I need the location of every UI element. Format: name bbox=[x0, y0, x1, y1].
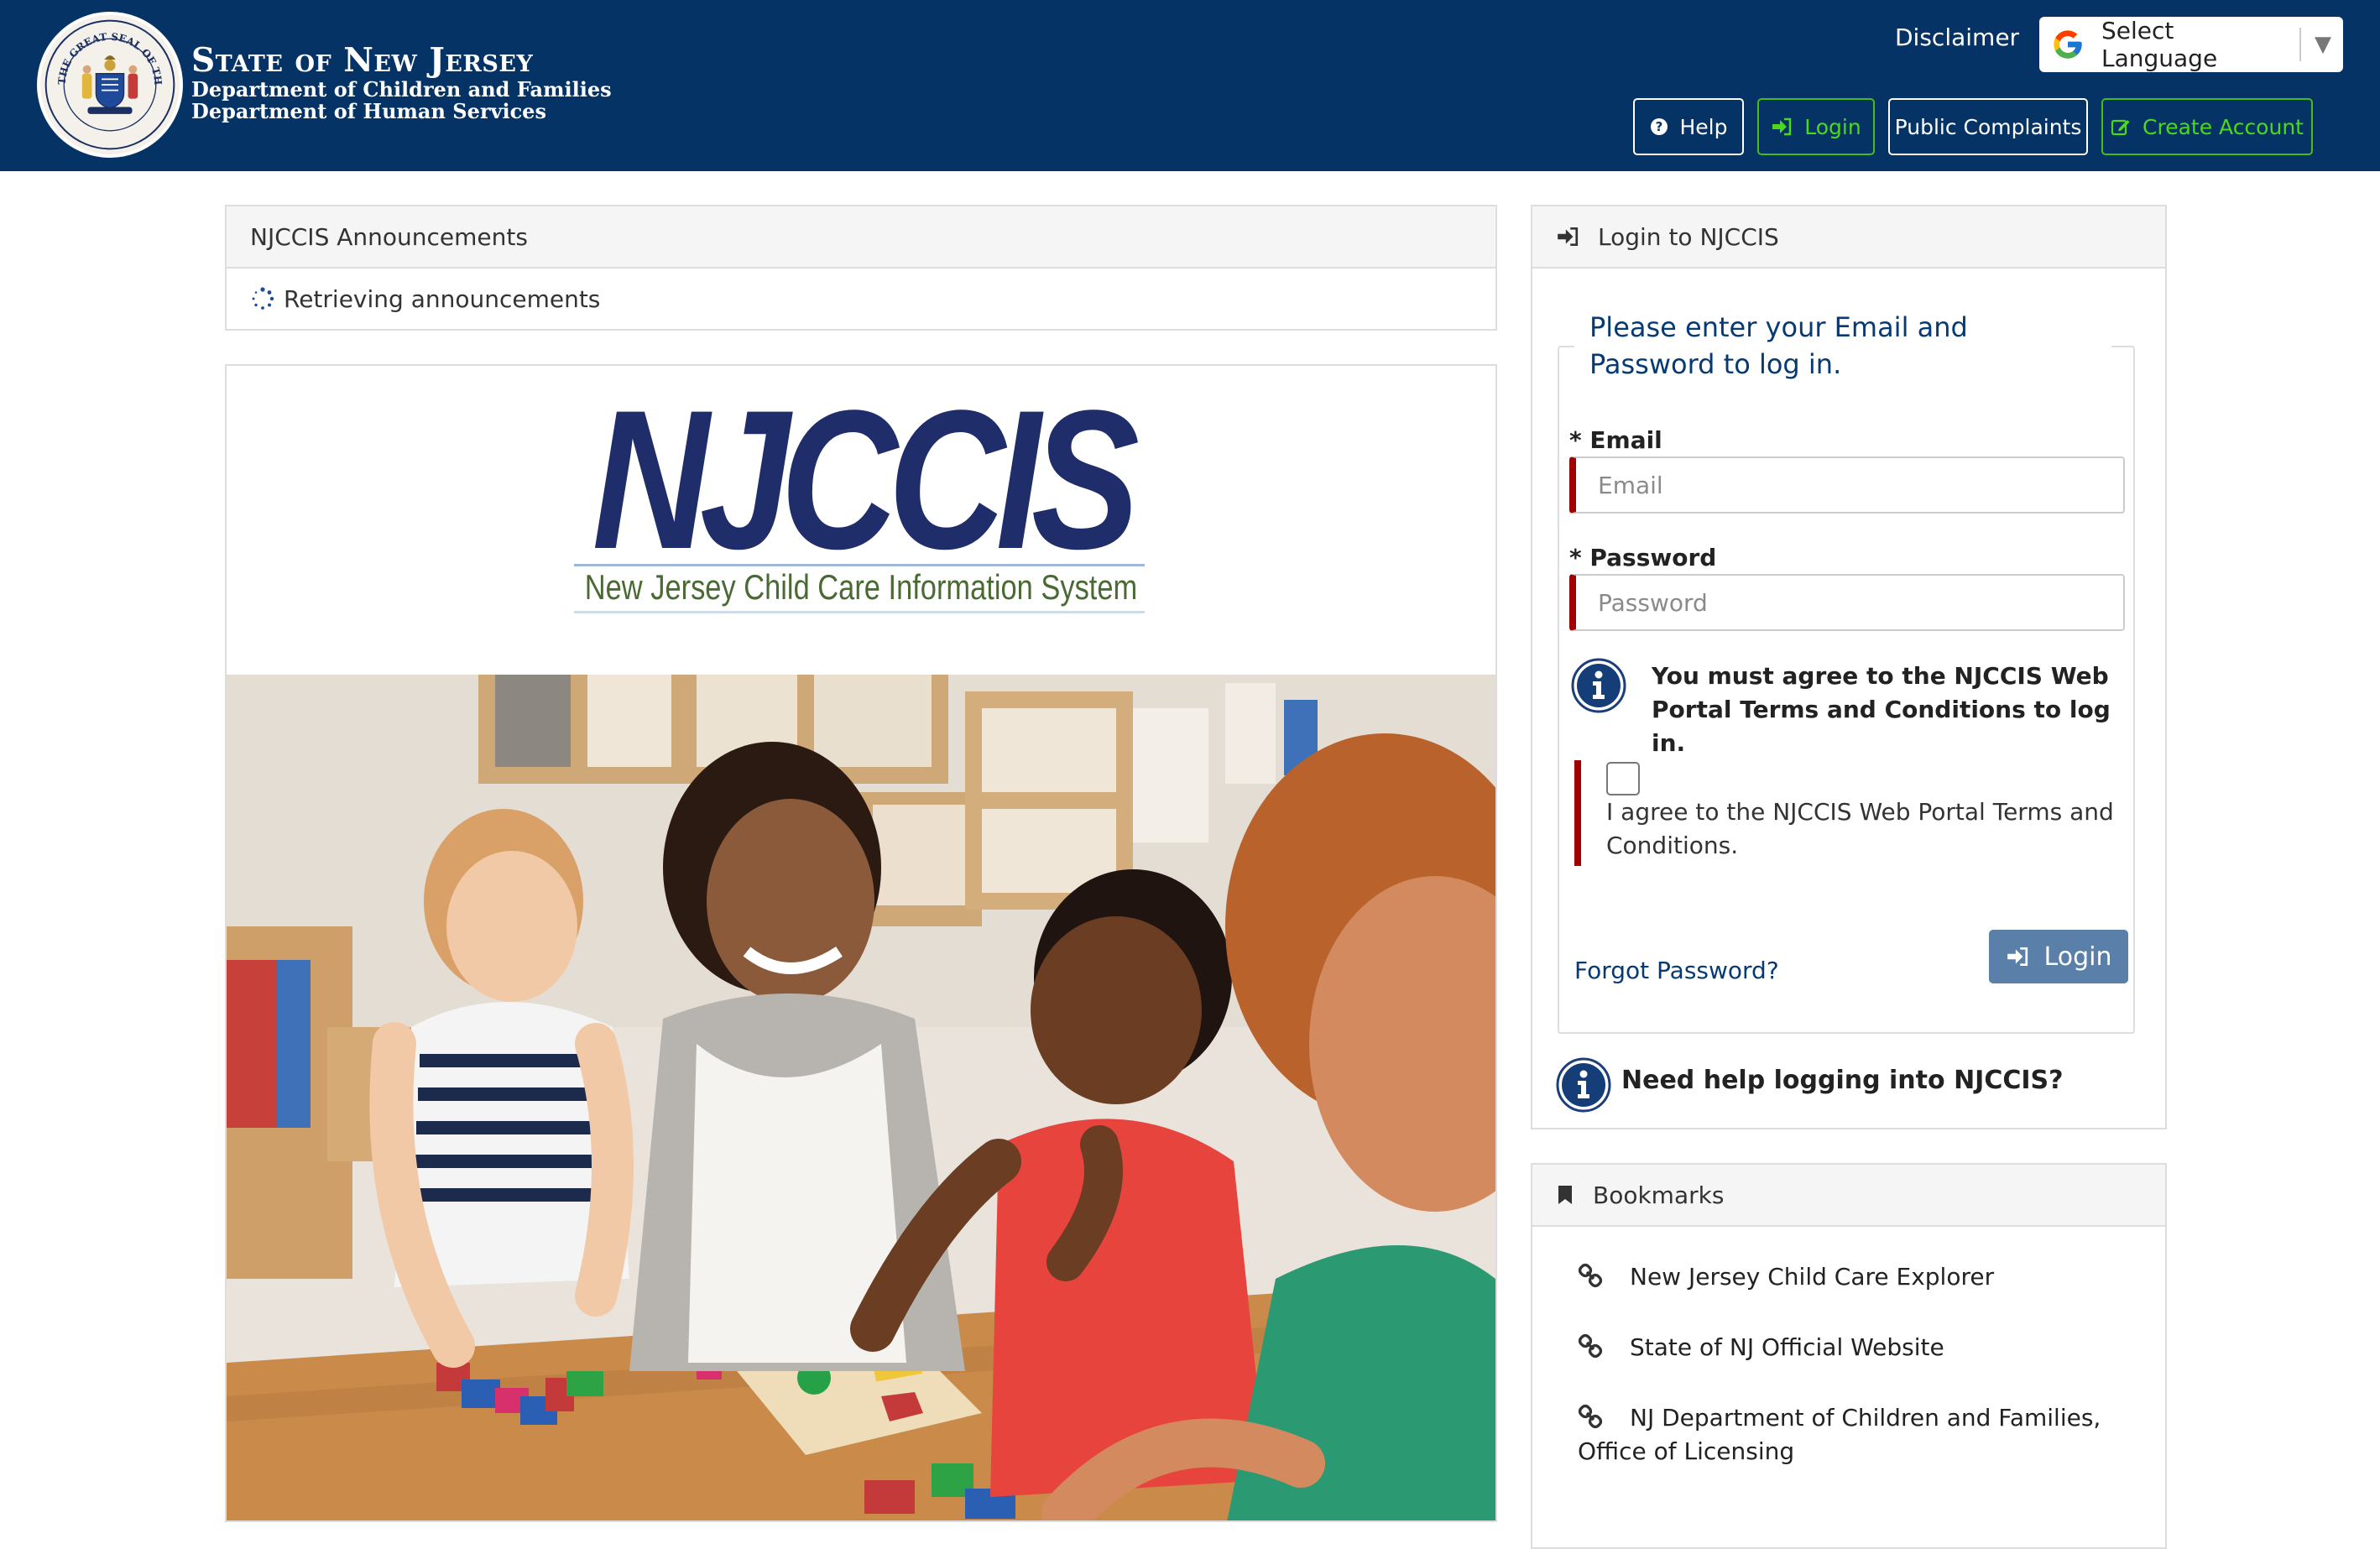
login-instructions: Please enter your Email and Password to … bbox=[1574, 309, 2111, 383]
header-login-label: Login bbox=[1804, 114, 1861, 139]
logo-wordmark: NJCCIS bbox=[592, 369, 1140, 591]
disclaimer-link[interactable]: Disclaimer bbox=[1895, 23, 2019, 51]
email-field[interactable] bbox=[1598, 471, 2101, 499]
sign-in-icon bbox=[1556, 227, 1579, 247]
bookmark-icon bbox=[1556, 1184, 1574, 1206]
hero-panel: NJCCIS New Jersey Child Care Information… bbox=[225, 364, 1497, 1522]
agree-terms-label[interactable]: I agree to the NJCCIS Web Portal Terms a… bbox=[1606, 795, 2118, 863]
language-select-value: Select Language bbox=[2101, 17, 2218, 72]
header-login-button[interactable]: Login bbox=[1757, 98, 1875, 155]
sign-in-icon bbox=[1771, 117, 1793, 136]
terms-notice: You must agree to the NJCCIS Web Portal … bbox=[1652, 662, 2111, 757]
email-label: * Email bbox=[1569, 426, 1662, 454]
question-circle-icon: ? bbox=[1650, 117, 1668, 136]
bookmark-child-care-explorer[interactable]: New Jersey Child Care Explorer bbox=[1578, 1260, 2115, 1294]
bookmark-nj-official-website[interactable]: State of NJ Official Website bbox=[1578, 1331, 2115, 1364]
help-info-icon[interactable] bbox=[1556, 1057, 1611, 1113]
google-logo-icon bbox=[2054, 30, 2082, 59]
spinner-icon bbox=[252, 287, 274, 310]
agency-title: State of New Jersey Department of Childr… bbox=[191, 42, 612, 123]
agree-terms-checkbox[interactable] bbox=[1606, 762, 1640, 795]
dropdown-arrow-icon: ▼ bbox=[2315, 32, 2331, 57]
bookmarks-panel: Bookmarks New Jersey Child Care Explorer… bbox=[1531, 1163, 2167, 1549]
password-field-wrapper bbox=[1569, 574, 2125, 631]
logo-rule-top bbox=[574, 564, 1145, 566]
edit-icon bbox=[2111, 117, 2131, 137]
bookmark-label: NJ Department of Children and Families, … bbox=[1578, 1404, 2101, 1465]
forgot-password-link[interactable]: Forgot Password? bbox=[1574, 957, 1779, 984]
login-panel-header: Login to NJCCIS bbox=[1532, 206, 2165, 269]
logo-rule-bottom bbox=[574, 611, 1145, 613]
bookmarks-header: Bookmarks bbox=[1532, 1165, 2165, 1227]
announcements-panel: NJCCIS Announcements Retrieving announce… bbox=[225, 205, 1497, 331]
login-panel: Login to NJCCIS Please enter your Email … bbox=[1531, 205, 2167, 1129]
link-icon bbox=[1578, 1263, 1603, 1288]
state-name: State of New Jersey bbox=[191, 41, 534, 80]
create-account-label: Create Account bbox=[2143, 114, 2304, 139]
department-dhs: Department of Human Services bbox=[191, 99, 546, 123]
email-field-wrapper bbox=[1569, 456, 2125, 514]
bookmarks-title: Bookmarks bbox=[1593, 1181, 1725, 1209]
login-submit-button[interactable]: Login bbox=[1989, 930, 2128, 983]
hero-photo-children-playing bbox=[227, 675, 1495, 1520]
announcements-heading: NJCCIS Announcements bbox=[227, 206, 1495, 269]
create-account-button[interactable]: Create Account bbox=[2101, 98, 2313, 155]
bookmark-dcf-office-of-licensing[interactable]: NJ Department of Children and Families, … bbox=[1578, 1401, 2115, 1468]
link-icon bbox=[1578, 1333, 1603, 1359]
nj-state-seal: THE GREAT SEAL OF THE STATE OF NEW JERSE… bbox=[37, 12, 183, 158]
bookmark-label: New Jersey Child Care Explorer bbox=[1630, 1263, 1995, 1291]
njccis-logo: NJCCIS New Jersey Child Care Information… bbox=[227, 366, 1495, 675]
announcements-body: Retrieving announcements bbox=[227, 269, 1495, 329]
department-dcf: Department of Children and Families bbox=[191, 77, 612, 102]
sign-in-icon bbox=[2006, 947, 2029, 967]
language-select-divider bbox=[2299, 28, 2301, 61]
site-header: THE GREAT SEAL OF THE STATE OF NEW JERSE… bbox=[0, 0, 2380, 171]
password-label: * Password bbox=[1569, 544, 1717, 571]
help-button[interactable]: ? Help bbox=[1633, 98, 1744, 155]
public-complaints-button[interactable]: Public Complaints bbox=[1888, 98, 2088, 155]
agree-terms-group: I agree to the NJCCIS Web Portal Terms a… bbox=[1574, 760, 2128, 866]
login-panel-title: Login to NJCCIS bbox=[1598, 222, 1779, 251]
language-select[interactable]: Select Language ▼ bbox=[2039, 17, 2343, 72]
logo-subtitle: New Jersey Child Care Information System bbox=[584, 567, 1138, 607]
info-circle-icon bbox=[1571, 658, 1626, 713]
login-submit-label: Login bbox=[2043, 941, 2112, 972]
password-field[interactable] bbox=[1598, 588, 2101, 617]
bookmark-label: State of NJ Official Website bbox=[1630, 1333, 1944, 1361]
help-button-label: Help bbox=[1679, 114, 1728, 139]
need-help-link[interactable]: Need help logging into NJCCIS? bbox=[1621, 1066, 2064, 1095]
svg-text:?: ? bbox=[1655, 119, 1662, 134]
public-complaints-label: Public Complaints bbox=[1894, 114, 2082, 139]
announcements-status: Retrieving announcements bbox=[284, 284, 601, 313]
link-icon bbox=[1578, 1404, 1603, 1429]
